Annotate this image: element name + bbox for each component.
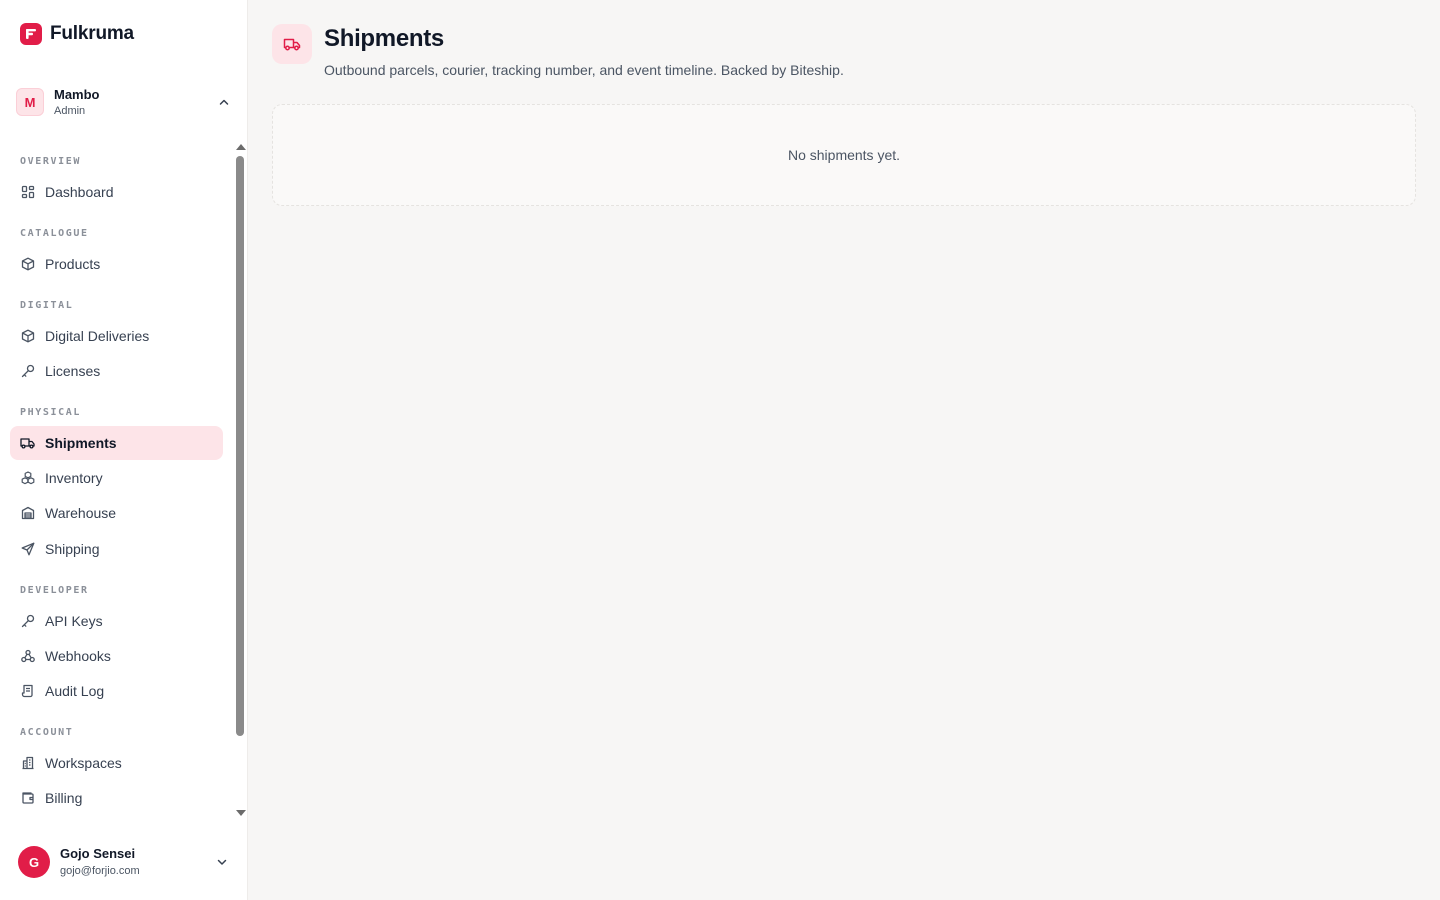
building-icon [20, 756, 35, 771]
sidebar-item-label: API Keys [45, 613, 103, 629]
section-label-account: ACCOUNT [20, 727, 74, 738]
scrollbar-thumb[interactable] [236, 156, 244, 736]
section-label-catalogue: CATALOGUE [20, 228, 89, 239]
box-icon [20, 257, 35, 272]
wallet-icon [20, 791, 35, 806]
key-icon [20, 364, 35, 379]
truck-icon [20, 436, 35, 451]
sidebar-item-label: Audit Log [45, 683, 105, 699]
scroll-down-icon[interactable] [236, 810, 246, 816]
page-title: Shipments [324, 25, 444, 52]
sidebar-item-audit-log[interactable]: Audit Log [10, 674, 223, 708]
brand-logo-icon [20, 23, 42, 45]
main-content: Shipments Outbound parcels, courier, tra… [249, 0, 1440, 900]
sidebar-item-products[interactable]: Products [10, 247, 223, 281]
section-label-overview: OVERVIEW [20, 156, 81, 167]
box-icon [20, 329, 35, 344]
warehouse-icon [20, 506, 35, 521]
user-name: Gojo Sensei [60, 846, 136, 861]
sidebar-item-inventory[interactable]: Inventory [10, 461, 223, 495]
empty-state-message: No shipments yet. [787, 147, 901, 163]
sidebar-item-label: Workspaces [45, 755, 122, 771]
sidebar: Fulkruma M Mambo Admin OVERVIEW Dashboar… [0, 0, 248, 900]
sidebar-item-label: Warehouse [45, 505, 117, 521]
sidebar-item-shipments[interactable]: Shipments [10, 426, 223, 460]
sidebar-item-label: Digital Deliveries [45, 328, 150, 344]
sidebar-item-warehouse[interactable]: Warehouse [10, 496, 223, 530]
section-label-digital: DIGITAL [20, 300, 74, 311]
sidebar-item-digital-deliveries[interactable]: Digital Deliveries [10, 319, 223, 353]
sidebar-item-label: Webhooks [45, 648, 111, 664]
key-icon [20, 614, 35, 629]
boxes-icon [20, 471, 35, 486]
brand-name: Fulkruma [50, 23, 134, 44]
truck-icon [272, 24, 312, 64]
sidebar-item-label: Inventory [45, 470, 103, 486]
sidebar-item-label: Products [45, 256, 101, 272]
section-label-developer: DEVELOPER [20, 585, 89, 596]
brand[interactable]: Fulkruma [20, 22, 134, 46]
chevron-down-icon [217, 859, 227, 865]
empty-state: No shipments yet. [272, 104, 1416, 206]
workspace-role: Admin [54, 104, 86, 117]
sidebar-item-label: Billing [45, 790, 83, 806]
workspace-avatar: M [16, 88, 44, 116]
sidebar-item-label: Shipping [45, 541, 100, 557]
chevron-up-icon [219, 99, 229, 105]
sidebar-item-workspaces[interactable]: Workspaces [10, 746, 223, 780]
user-email: gojo@forjio.com [60, 865, 140, 877]
sidebar-item-shipping[interactable]: Shipping [10, 532, 223, 566]
sidebar-item-webhooks[interactable]: Webhooks [10, 639, 223, 673]
sidebar-item-billing[interactable]: Billing [10, 781, 223, 815]
workspace-name: Mambo [54, 86, 100, 102]
scroll-icon [20, 684, 35, 699]
sidebar-item-label: Dashboard [45, 184, 114, 200]
avatar: G [18, 846, 50, 878]
webhook-icon [20, 649, 35, 664]
section-label-physical: PHYSICAL [20, 407, 81, 418]
sidebar-item-dashboard[interactable]: Dashboard [10, 175, 223, 209]
dashboard-icon [20, 185, 35, 200]
sidebar-item-licenses[interactable]: Licenses [10, 354, 223, 388]
user-menu[interactable]: G Gojo Sensei gojo@forjio.com [18, 845, 232, 879]
sidebar-scrollbar[interactable] [234, 140, 247, 820]
sidebar-item-label: Licenses [45, 363, 101, 379]
sidebar-item-api-keys[interactable]: API Keys [10, 604, 223, 638]
sidebar-nav: OVERVIEW Dashboard CATALOGUE Products DI… [0, 140, 234, 820]
sidebar-item-label: Shipments [45, 435, 117, 451]
send-icon [20, 542, 35, 557]
page-subtitle: Outbound parcels, courier, tracking numb… [324, 62, 844, 78]
scroll-up-icon[interactable] [236, 144, 246, 150]
workspace-switcher[interactable]: M Mambo Admin [16, 84, 232, 120]
